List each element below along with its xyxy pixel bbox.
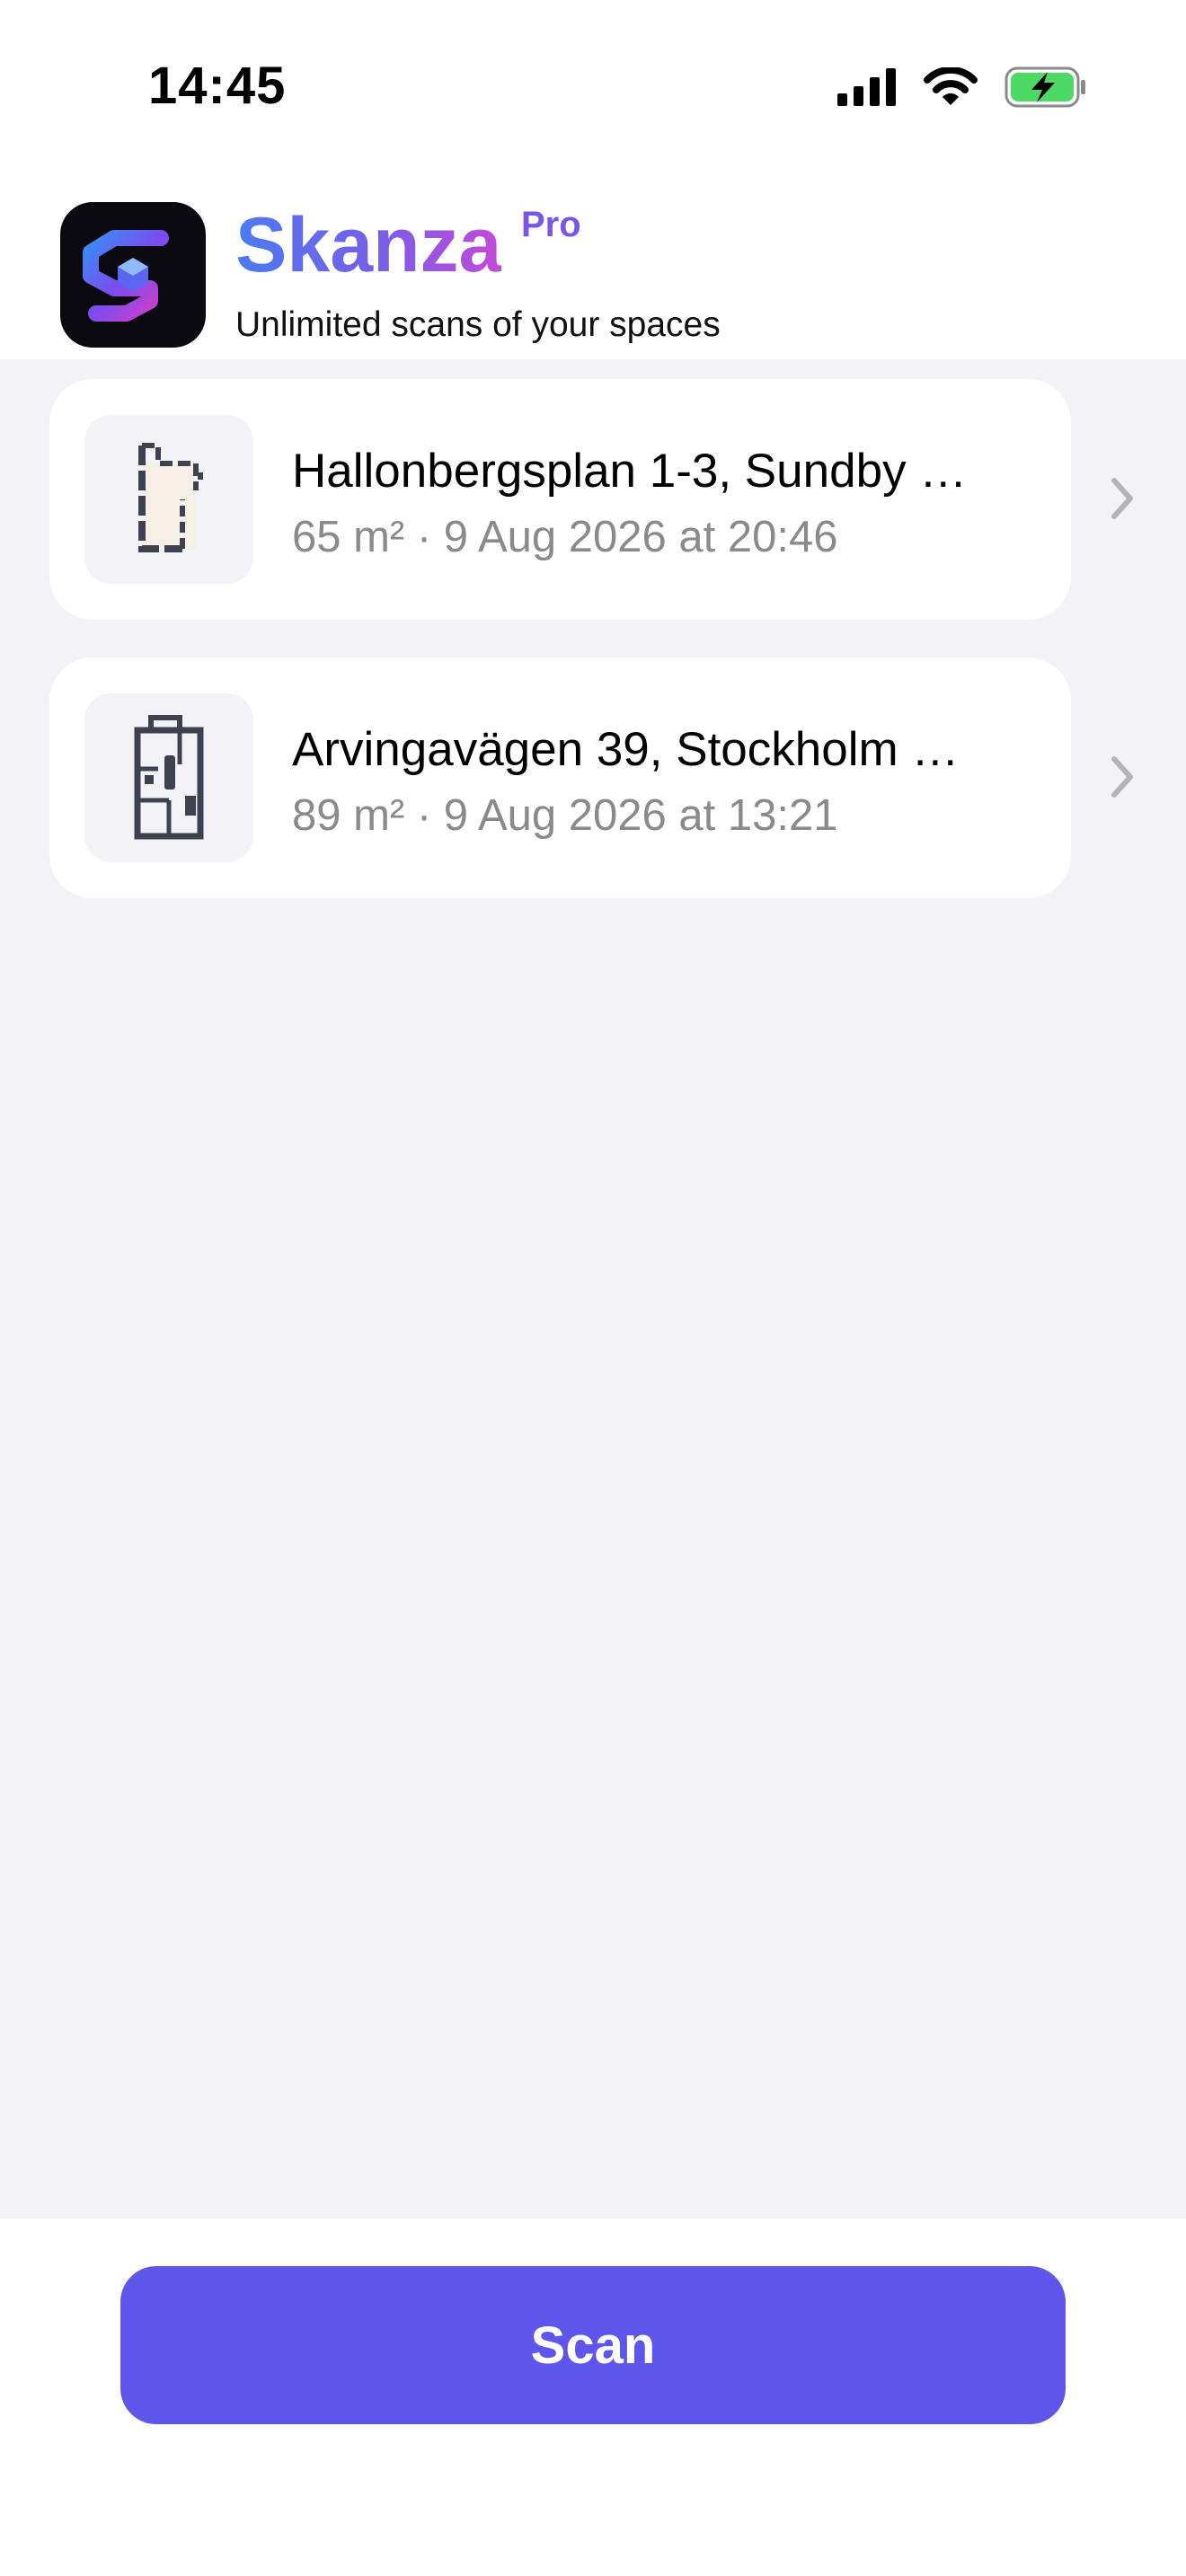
status-icons xyxy=(837,65,1087,110)
scan-list-item[interactable]: Arvingavägen 39, Stockholm … 89 m² · 9 A… xyxy=(49,657,1071,898)
cellular-signal-icon xyxy=(837,68,896,106)
chevron-right-icon[interactable] xyxy=(1105,750,1141,804)
scan-title: Arvingavägen 39, Stockholm … xyxy=(292,723,960,776)
scan-meta: 89 m² · 9 Aug 2026 at 13:21 xyxy=(292,791,838,840)
scan-list: Hallonbergsplan 1-3, Sundby … 65 m² · 9 … xyxy=(0,359,1186,2219)
floorplan-thumbnail-icon xyxy=(84,693,253,862)
scan-meta: 65 m² · 9 Aug 2026 at 20:46 xyxy=(292,513,838,561)
app-name: Skanza xyxy=(235,202,502,288)
bottom-bar: Scan xyxy=(0,2219,1186,2576)
scan-list-item[interactable]: Hallonbergsplan 1-3, Sundby … 65 m² · 9 … xyxy=(49,379,1071,620)
status-time: 14:45 xyxy=(148,57,287,115)
status-bar: 14:45 xyxy=(0,0,1186,180)
floorplan-thumbnail-icon xyxy=(84,415,253,584)
scan-button[interactable]: Scan xyxy=(120,2266,1066,2424)
pro-badge: Pro xyxy=(521,205,581,244)
app-logo-icon xyxy=(60,202,206,348)
app-header: Skanza Pro Unlimited scans of your space… xyxy=(0,180,1186,359)
wifi-icon xyxy=(924,67,978,105)
battery-charging-icon xyxy=(1005,66,1085,108)
scan-title: Hallonbergsplan 1-3, Sundby … xyxy=(292,445,968,498)
app-tagline: Unlimited scans of your spaces xyxy=(235,305,721,344)
chevron-right-icon[interactable] xyxy=(1105,472,1141,525)
